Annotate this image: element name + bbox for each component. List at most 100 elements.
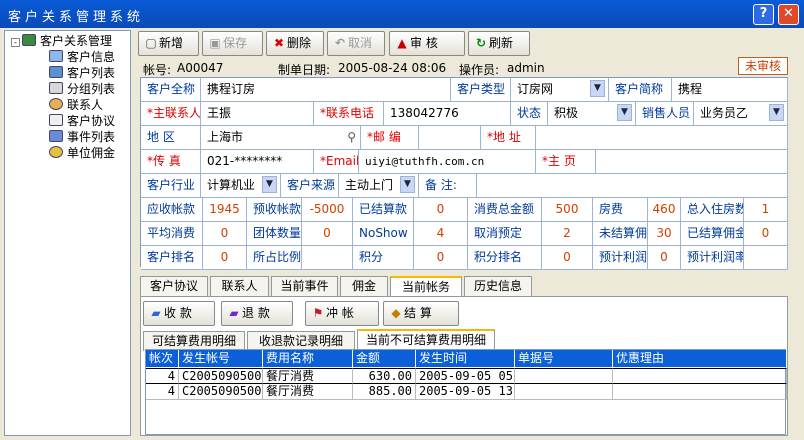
tab-5[interactable]: 历史信息: [464, 276, 532, 296]
short-name-field[interactable]: 携程: [672, 78, 788, 102]
customer-form: 客户全称 携程订房 客户类型 订房网 ▼ 客户简称 携程 *主联系人 王振 *联系…: [140, 77, 788, 270]
table-cell[interactable]: [613, 384, 787, 400]
table-cell[interactable]: 4: [146, 368, 179, 384]
new-doc-icon: ▢: [145, 36, 157, 50]
receive-button[interactable]: ▰ 收 款: [143, 301, 215, 326]
tree-item-agreement[interactable]: 客户协议: [49, 113, 115, 129]
chevron-down-icon[interactable]: ▼: [262, 176, 277, 193]
address-field[interactable]: [536, 126, 788, 150]
tree-item-commission[interactable]: 单位佣金: [49, 145, 115, 161]
tree-item-customer-info[interactable]: 客户信息: [49, 49, 115, 65]
status-badge: 未审核: [738, 57, 788, 75]
stat-value: 0: [414, 198, 468, 222]
tree-item-customer-list[interactable]: 客户列表: [49, 65, 115, 81]
stat-value: 30: [648, 222, 681, 246]
audit-button[interactable]: ▲ 审 核: [389, 31, 465, 56]
window-title: 客户关系管理系统: [8, 10, 145, 25]
table-cell[interactable]: 885.00: [353, 384, 416, 400]
stat-value: [302, 246, 353, 270]
tab-4[interactable]: 当前帐务: [390, 276, 462, 298]
state-value: 积极: [554, 106, 579, 120]
collapse-icon[interactable]: -: [11, 38, 20, 47]
source-label: 客户来源: [281, 174, 339, 198]
zip-field[interactable]: [419, 126, 481, 150]
table-cell[interactable]: 2005-09-05 13:24: [416, 384, 515, 400]
short-name-label: 客户简称: [609, 78, 672, 102]
refresh-button[interactable]: ↻ 刷新: [468, 31, 530, 56]
column-header[interactable]: 优惠理由: [613, 350, 787, 367]
full-name-field[interactable]: 携程订房: [201, 78, 451, 102]
tree-item-events[interactable]: 事件列表: [49, 129, 115, 145]
column-header[interactable]: 金额: [353, 350, 416, 367]
chevron-down-icon[interactable]: ▼: [400, 176, 415, 193]
table-cell[interactable]: 2005-09-05 05:04: [416, 368, 515, 384]
table-cell[interactable]: [515, 368, 613, 384]
add-button[interactable]: ▢ 新增: [138, 31, 199, 56]
refresh-icon: ↻: [475, 36, 487, 50]
table-cell[interactable]: C20050905002: [179, 384, 263, 400]
industry-value: 计算机业: [207, 178, 256, 192]
stat-label: 预计利润率: [681, 246, 744, 270]
table-cell[interactable]: 餐厅消费: [263, 368, 353, 384]
subtab-2[interactable]: 当前不可结算费用明细: [357, 329, 495, 351]
stat-label: 未结算佣金: [593, 222, 648, 246]
stat-value: 0: [302, 222, 353, 246]
monitor-icon: [49, 66, 63, 78]
title-bar: 客户关系管理系统: [0, 0, 804, 28]
sales-select[interactable]: 业务员乙 ▼: [694, 102, 788, 126]
tab-1[interactable]: 联系人: [210, 276, 269, 296]
tab-3[interactable]: 佣金: [340, 276, 388, 296]
tree-root[interactable]: - 客户关系管理: [11, 33, 112, 49]
table-cell[interactable]: [613, 368, 787, 384]
tree-item-contacts[interactable]: 联系人: [49, 97, 103, 113]
industry-select[interactable]: 计算机业 ▼: [201, 174, 281, 198]
table-cell[interactable]: 630.00: [353, 368, 416, 384]
region-field[interactable]: 上海市 ⚲: [201, 126, 361, 150]
column-header[interactable]: 发生时间: [416, 350, 515, 367]
homepage-field[interactable]: [596, 150, 788, 174]
contact-field[interactable]: 王振: [201, 102, 314, 126]
column-header[interactable]: 单据号: [515, 350, 613, 367]
help-icon[interactable]: ?: [753, 4, 774, 25]
subtab-1[interactable]: 收退款记录明细: [247, 331, 355, 351]
stat-value: [744, 246, 788, 270]
stat-label: 已结算佣金: [681, 222, 744, 246]
search-icon[interactable]: ⚲: [347, 126, 356, 149]
fax-field[interactable]: 021-********: [201, 150, 314, 174]
table-cell[interactable]: [515, 384, 613, 400]
stat-value: 4: [414, 222, 468, 246]
column-header[interactable]: 帐次: [146, 350, 179, 367]
source-select[interactable]: 主动上门 ▼: [339, 174, 419, 198]
homepage-label: *主 页: [536, 150, 596, 174]
region-label: 地 区: [141, 126, 201, 150]
settle-button[interactable]: ◆ 结 算: [383, 301, 459, 326]
type-select[interactable]: 订房网 ▼: [511, 78, 609, 102]
cancel-button[interactable]: ↶ 取消: [327, 31, 385, 56]
sales-label: 销售人员: [636, 102, 694, 126]
email-field[interactable]: uiyi@tuthfh.com.cn: [359, 150, 536, 174]
table-cell[interactable]: 4: [146, 384, 179, 400]
person-icon: [49, 98, 63, 110]
column-header[interactable]: 费用名称: [263, 350, 353, 367]
subtab-0[interactable]: 可结算费用明细: [143, 331, 245, 351]
chevron-down-icon[interactable]: ▼: [617, 104, 632, 121]
nav-tree: - 客户关系管理 客户信息 客户列表 分组列表 联系人 客户协议 事件列表 单位佣…: [4, 30, 131, 436]
tab-2[interactable]: 当前事件: [271, 276, 338, 296]
tab-0[interactable]: 客户协议: [140, 276, 208, 296]
column-header[interactable]: 发生帐号: [179, 350, 263, 367]
offset-button[interactable]: ⚑ 冲 帐: [305, 301, 379, 326]
delete-button[interactable]: ✖ 删除: [266, 31, 324, 56]
stat-value: 0: [648, 246, 681, 270]
refund-button[interactable]: ▰ 退 款: [221, 301, 293, 326]
close-icon[interactable]: ✕: [778, 4, 799, 25]
table-cell[interactable]: 餐厅消费: [263, 384, 353, 400]
remark-field[interactable]: [477, 174, 788, 198]
table-cell[interactable]: C20050905001: [179, 368, 263, 384]
state-select[interactable]: 积极 ▼: [548, 102, 636, 126]
phone-field[interactable]: 138042776: [384, 102, 511, 126]
grid-icon: [22, 34, 36, 46]
save-button[interactable]: ▣ 保存: [202, 31, 263, 56]
tree-item-group-list[interactable]: 分组列表: [49, 81, 115, 97]
chevron-down-icon[interactable]: ▼: [769, 104, 784, 121]
chevron-down-icon[interactable]: ▼: [590, 80, 605, 97]
